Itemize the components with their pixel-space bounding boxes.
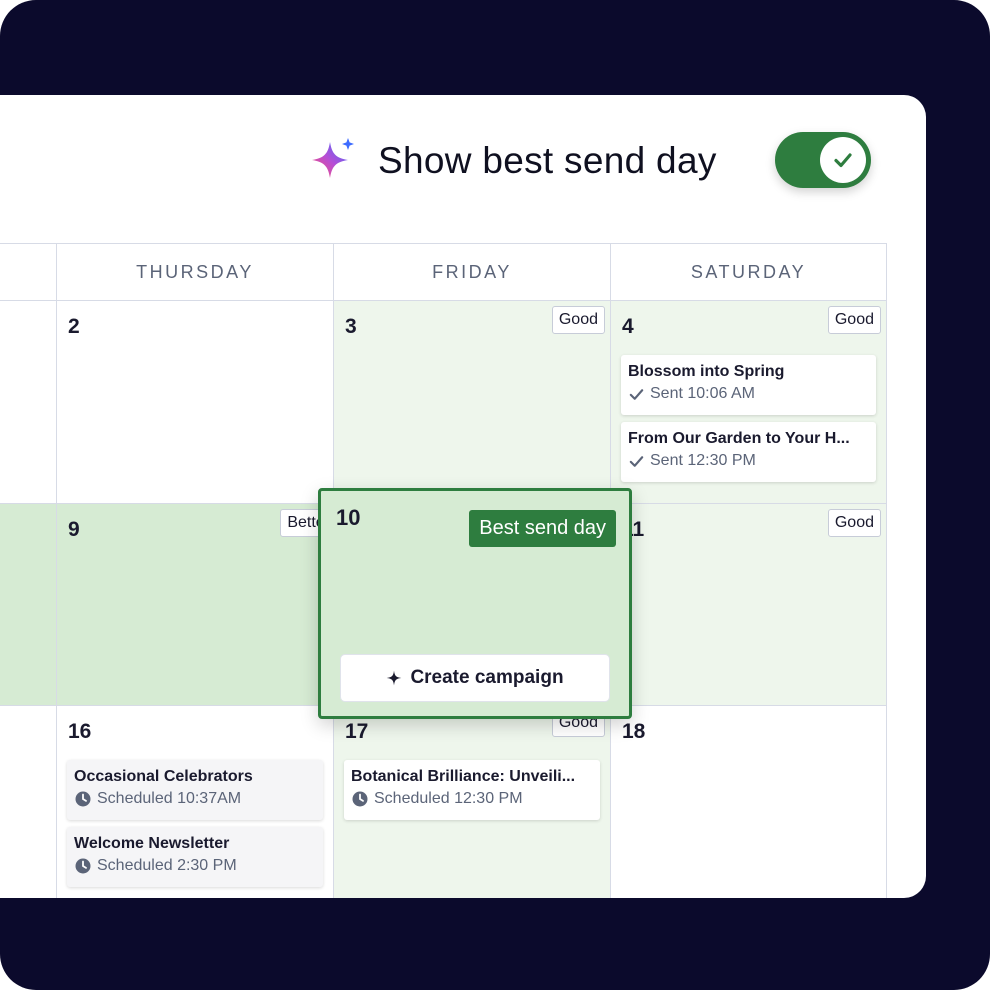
day-number: 17 bbox=[345, 720, 369, 743]
status-text: Scheduled 12:30 PM bbox=[374, 790, 523, 807]
clock-icon bbox=[352, 791, 368, 807]
day-number: 10 bbox=[336, 505, 361, 530]
toggle-knob bbox=[820, 137, 866, 183]
page-title: Show best send day bbox=[378, 140, 717, 181]
day-number: 2 bbox=[68, 315, 80, 338]
campaign-event[interactable]: Botanical Brilliance: Unveili... Schedul… bbox=[344, 760, 600, 820]
campaign-title: Occasional Celebrators bbox=[74, 768, 253, 785]
best-send-day-badge: Best send day bbox=[469, 510, 616, 547]
day-number: 3 bbox=[345, 315, 357, 338]
send-rating-badge: Good bbox=[551, 306, 605, 334]
create-campaign-label: Create campaign bbox=[410, 667, 564, 688]
status-text: Scheduled 2:30 PM bbox=[97, 857, 237, 874]
column-header-thursday: THURSDAY bbox=[56, 243, 333, 300]
calendar-cell[interactable] bbox=[0, 705, 57, 898]
day-number: 16 bbox=[68, 720, 92, 743]
create-campaign-button[interactable]: Create campaign bbox=[340, 654, 610, 702]
status-text: Sent 12:30 PM bbox=[650, 452, 756, 469]
day-number: 9 bbox=[68, 518, 80, 541]
status-text: Scheduled 10:37AM bbox=[97, 790, 242, 807]
column-header-friday: FRIDAY bbox=[333, 243, 610, 300]
campaign-event[interactable]: Welcome Newsletter Scheduled 2:30 PM bbox=[67, 827, 323, 887]
best-send-day-toggle[interactable] bbox=[775, 132, 871, 188]
calendar-cell[interactable] bbox=[0, 300, 57, 503]
calendar-cell-3[interactable]: 3 Good bbox=[333, 300, 610, 503]
check-icon bbox=[834, 153, 852, 168]
campaign-title: Botanical Brilliance: Unveili... bbox=[351, 768, 576, 785]
sparkle-icon bbox=[312, 138, 354, 178]
campaign-status: Sent 12:30 PM bbox=[628, 452, 869, 470]
calendar-cell-4[interactable]: 4 Good Blossom into Spring Sent 10:06 AM… bbox=[610, 300, 887, 503]
campaign-event[interactable]: From Our Garden to Your H... Sent 12:30 … bbox=[621, 422, 876, 482]
header-bar: Show best send day bbox=[308, 131, 717, 191]
column-header-saturday: SATURDAY bbox=[610, 243, 887, 300]
check-icon bbox=[629, 388, 644, 400]
campaign-status: Scheduled 2:30 PM bbox=[74, 857, 316, 875]
campaign-title: Welcome Newsletter bbox=[74, 835, 230, 852]
calendar-cell-2[interactable]: 2 bbox=[56, 300, 333, 503]
calendar-cell-9[interactable]: 9 Better bbox=[56, 503, 337, 705]
clock-icon bbox=[75, 858, 91, 874]
best-send-day-cell[interactable]: 10 Best send day Create campaign bbox=[318, 488, 632, 719]
calendar-cell-18[interactable]: 18 bbox=[610, 705, 887, 898]
campaign-status: Sent 10:06 AM bbox=[628, 385, 869, 403]
sparkle-icon bbox=[387, 670, 402, 686]
campaign-title: From Our Garden to Your H... bbox=[628, 430, 850, 447]
clock-icon bbox=[75, 791, 91, 807]
calendar-cell-11[interactable]: 11 Good bbox=[610, 503, 887, 705]
send-rating-badge: Good bbox=[827, 509, 881, 537]
send-rating-badge: Good bbox=[827, 306, 881, 334]
calendar-cell-16[interactable]: 16 Occasional Celebrators Scheduled 10:3… bbox=[56, 705, 333, 898]
campaign-title: Blossom into Spring bbox=[628, 363, 785, 380]
calendar-cell-17[interactable]: 17 Good Botanical Brilliance: Unveili...… bbox=[333, 705, 610, 898]
check-icon bbox=[629, 455, 644, 467]
column-header-partial bbox=[0, 243, 57, 300]
campaign-event[interactable]: Occasional Celebrators Scheduled 10:37AM bbox=[67, 760, 323, 820]
campaign-event[interactable]: Blossom into Spring Sent 10:06 AM bbox=[621, 355, 876, 415]
campaign-status: Scheduled 12:30 PM bbox=[351, 790, 593, 808]
day-number: 18 bbox=[622, 720, 646, 743]
calendar-cell[interactable] bbox=[0, 503, 57, 705]
day-number: 4 bbox=[622, 315, 634, 338]
campaign-status: Scheduled 10:37AM bbox=[74, 790, 316, 808]
status-text: Sent 10:06 AM bbox=[650, 385, 755, 402]
